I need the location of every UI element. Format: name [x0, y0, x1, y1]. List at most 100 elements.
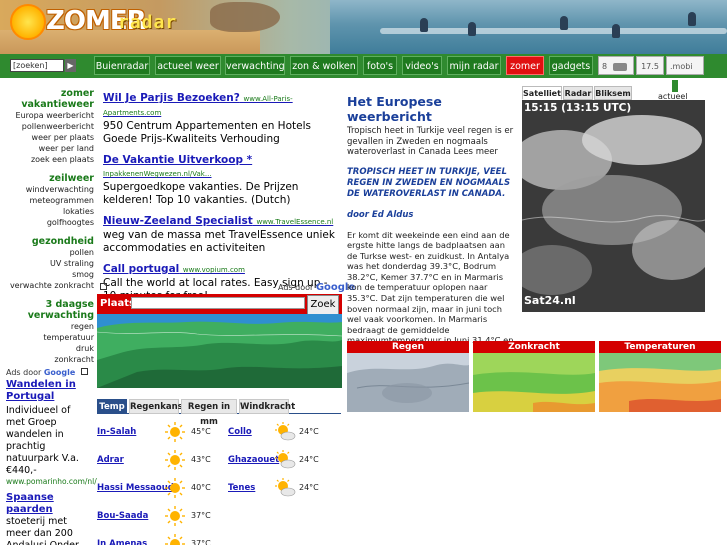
satellite-clouds: [522, 100, 705, 312]
swimmer-figure: [468, 22, 476, 36]
swimmer-figure: [420, 18, 428, 32]
ad-title[interactable]: Wil Je Parjis Bezoeken? www.All-Paris-Ap…: [103, 92, 343, 120]
nav-zomer[interactable]: zomer: [506, 56, 544, 75]
map-temperaturen[interactable]: Temperaturen: [599, 341, 721, 412]
sidebar-link[interactable]: temperatuur: [0, 332, 94, 343]
tab-regen-mm[interactable]: Regen in mm: [181, 399, 237, 427]
nav-zon-wolken[interactable]: zon & wolken: [290, 56, 358, 75]
sidebar-link[interactable]: zonkracht: [0, 354, 94, 365]
sidebar-ad: Ads door Google Wandelen in Portugal Ind…: [6, 368, 97, 545]
tab-radar[interactable]: Radar: [563, 86, 593, 100]
nav-mobi[interactable]: .mobi: [666, 56, 704, 92]
logo-sub[interactable]: radar: [118, 12, 177, 33]
sidebar-link[interactable]: druk: [0, 343, 94, 354]
ad-info-icon[interactable]: [100, 283, 107, 290]
sidebar-link[interactable]: weer per land: [0, 143, 94, 154]
ad-url[interactable]: www.vopium.com: [183, 266, 245, 274]
car-icon: [612, 62, 627, 71]
swimmer-figure: [560, 16, 568, 30]
nav-buienradar[interactable]: Buienradar: [94, 56, 150, 75]
plaats-input[interactable]: [131, 297, 305, 309]
sidebar-head-vakantieweer[interactable]: zomer vakantieweer: [0, 88, 94, 110]
city-link[interactable]: Collo: [228, 418, 252, 446]
temp-value: 43°C: [191, 455, 211, 464]
city-link[interactable]: In-Salah: [97, 418, 136, 446]
forecast-tabs: Temp Regenkans Regen in mm Windkracht: [97, 399, 341, 427]
search-go-button[interactable]: ▶: [65, 59, 76, 72]
sidebar-ad-title[interactable]: Wandelen in Portugal: [6, 379, 92, 403]
article-title[interactable]: Het Europese weerbericht: [347, 94, 515, 124]
nav-gadgets[interactable]: gadgets: [549, 56, 593, 75]
map-regen[interactable]: Regen: [347, 341, 469, 412]
ad-title[interactable]: Nieuw-Zeeland Specialist www.TravelEssen…: [103, 215, 343, 229]
sidebar-link[interactable]: regen: [0, 321, 94, 332]
ad-title[interactable]: De Vakantie Uitverkoop * InpakkenenWegwe…: [103, 154, 343, 181]
sidebar-link[interactable]: Europa weerbericht: [0, 110, 94, 121]
sidebar-head-gezondheid[interactable]: gezondheid: [0, 236, 94, 247]
sidebar-link[interactable]: UV straling: [0, 258, 94, 269]
flipflop-image: [210, 2, 280, 32]
sidebar-link[interactable]: windverwachting: [0, 184, 94, 195]
map-temperaturen-title: Temperaturen: [599, 341, 721, 353]
nav-mijn-radar[interactable]: mijn radar: [447, 56, 501, 75]
city-link[interactable]: Bou-Saada: [97, 502, 148, 530]
ad-url[interactable]: InpakkenenWegwezen.nl/Vak...: [103, 170, 212, 178]
sidebar-head-3daagse[interactable]: 3 daagse verwachting: [0, 299, 94, 321]
ad-url[interactable]: www.TravelEssence.nl: [256, 218, 333, 226]
article: Het Europese weerbericht Tropisch heet i…: [347, 94, 515, 362]
satellite-image[interactable]: 15:15 (13:15 UTC) Sat24.nl: [522, 100, 705, 312]
ads-by-label[interactable]: Ads door Google: [6, 368, 92, 377]
city-link[interactable]: Tenes: [228, 474, 255, 502]
sidebar-link[interactable]: meteogrammen lokaties: [0, 195, 94, 217]
article-intro: Tropisch heet in Turkije veel regen is e…: [347, 126, 514, 157]
search-input[interactable]: [zoeken]: [10, 59, 64, 72]
nav-actueel-weer[interactable]: actueel weer: [155, 56, 221, 75]
temp-value: 45°C: [191, 427, 211, 436]
left-sidebar: zomer vakantieweer Europa weerbericht po…: [0, 88, 94, 365]
table-row: Hassi Messaoud 40°C Tenes 24°C: [97, 474, 341, 502]
ad-body: 950 Centrum Appartementen en Hotels Goed…: [103, 120, 311, 145]
tab-bliksem[interactable]: Bliksem: [594, 86, 632, 100]
sidebar-ad-title-2[interactable]: Spaanse paarden: [6, 492, 92, 516]
temp-value: 40°C: [191, 483, 211, 492]
ad-info-icon[interactable]: [80, 368, 88, 375]
sidebar-head-zeilweer[interactable]: zeilweer: [0, 173, 94, 184]
sidebar-ad-url[interactable]: www.pomarinho.com/nl/: [6, 477, 97, 487]
partly-cloudy-icon: [275, 450, 296, 469]
map-regen-image: [347, 353, 469, 412]
map-zonkracht[interactable]: Zonkracht: [473, 341, 595, 412]
nav-videos[interactable]: video's: [402, 56, 442, 75]
city-link[interactable]: Adrar: [97, 446, 124, 474]
region-map[interactable]: [97, 314, 342, 388]
sidebar-link[interactable]: zoek een plaats: [0, 154, 94, 165]
partly-cloudy-icon: [275, 422, 296, 441]
article-headline: TROPISCH HEET IN TURKIJE, VEEL REGEN IN …: [347, 166, 511, 199]
sidebar-link[interactable]: pollenweerbericht: [0, 121, 94, 132]
map-zonkracht-title: Zonkracht: [473, 341, 595, 353]
ads-by-text: Ads door: [278, 283, 314, 292]
tab-regenkans[interactable]: Regenkans: [129, 399, 183, 414]
ads-by-google-mid[interactable]: Ads door Google: [278, 282, 355, 293]
city-link[interactable]: Ghazaouet: [228, 446, 279, 474]
city-link[interactable]: In Amenas: [97, 530, 147, 545]
tab-windkracht[interactable]: Windkracht: [239, 399, 295, 414]
sidebar-link[interactable]: verwachte zonkracht: [0, 280, 94, 291]
tab-temp[interactable]: Temp: [97, 399, 127, 414]
table-row: Bou-Saada 37°C: [97, 502, 341, 530]
ad-title[interactable]: Call portugal www.vopium.com: [103, 263, 343, 277]
nav-verwachting[interactable]: verwachting: [225, 56, 285, 75]
city-link[interactable]: Hassi Messaoud: [97, 474, 174, 502]
sidebar-link[interactable]: smog: [0, 269, 94, 280]
logo-sun-icon[interactable]: [10, 4, 46, 40]
sidebar-link[interactable]: pollen: [0, 247, 94, 258]
tab-satelliet[interactable]: Satelliet: [522, 86, 562, 100]
sidebar-link[interactable]: golfhoogtes: [0, 217, 94, 228]
partly-cloudy-icon: [275, 478, 296, 497]
sidebar-link[interactable]: weer per plaats: [0, 132, 94, 143]
zoek-button[interactable]: Zoek: [307, 295, 339, 315]
satellite-logo: Sat24.nl: [524, 294, 576, 307]
nav-gadget-car[interactable]: 8: [598, 56, 634, 75]
nav-fotos[interactable]: foto's: [363, 56, 397, 75]
nav-gadget-temp[interactable]: 17.5: [636, 56, 664, 75]
article-author: door Ed Aldus: [347, 209, 414, 220]
